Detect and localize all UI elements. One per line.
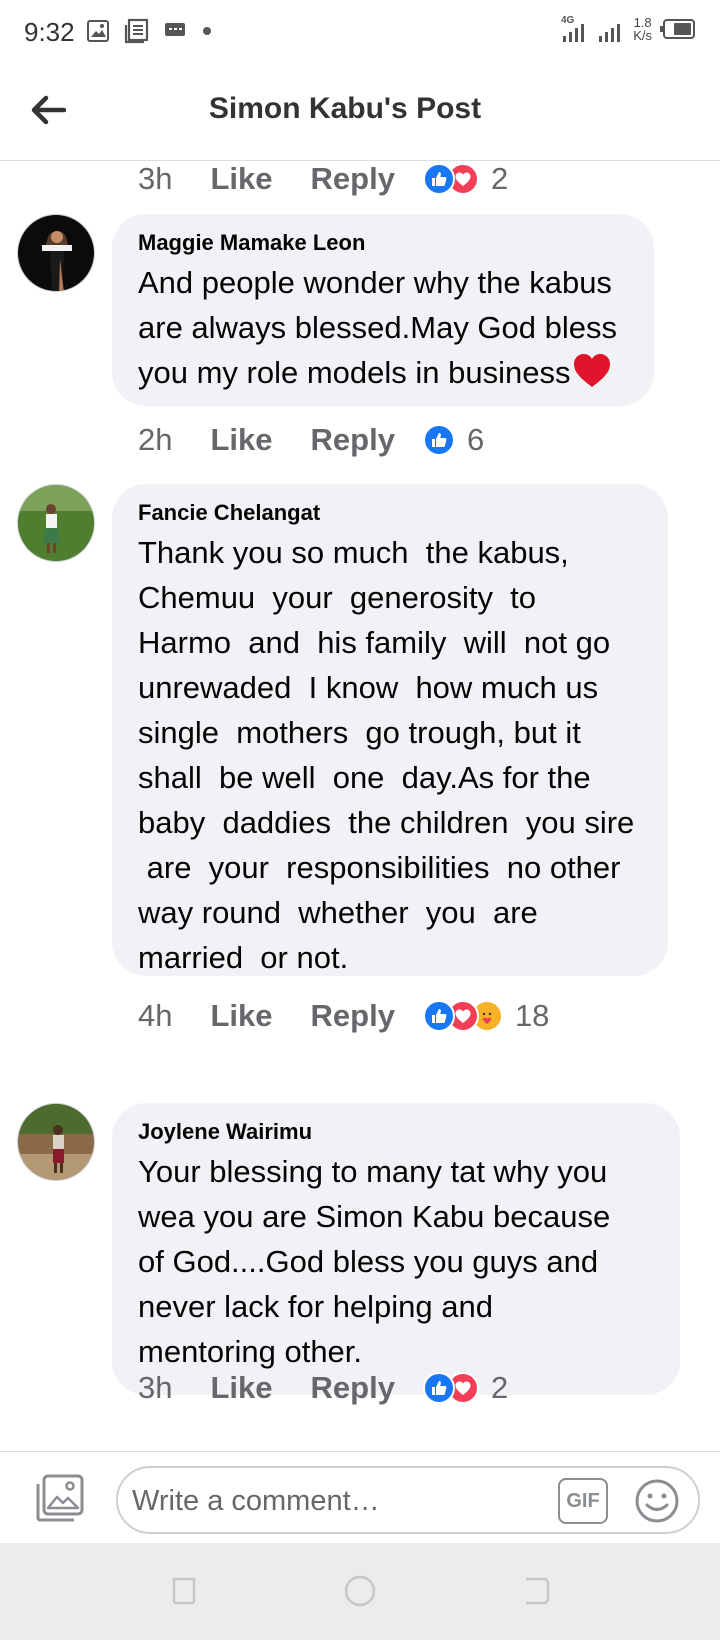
signal-strength-icon xyxy=(599,24,621,42)
commenter-name[interactable]: Maggie Mamake Leon xyxy=(138,230,628,256)
home-button[interactable] xyxy=(342,1573,378,1609)
reaction-summary[interactable] xyxy=(422,424,455,456)
comment-composer: GIF xyxy=(0,1451,720,1543)
comment-text: And people wonder why the kabus are alwa… xyxy=(138,260,628,395)
avatar[interactable] xyxy=(17,484,95,562)
avatar[interactable] xyxy=(17,1103,95,1181)
like-button[interactable]: Like xyxy=(210,1370,272,1406)
like-reaction-icon xyxy=(422,1372,455,1404)
back-nav-button[interactable] xyxy=(518,1573,554,1609)
reaction-summary[interactable] xyxy=(422,1000,503,1032)
comment-input-box[interactable]: GIF xyxy=(116,1466,700,1534)
comment-actions: 2h Like Reply 6 xyxy=(138,420,484,460)
add-photo-button[interactable] xyxy=(34,1472,86,1524)
more-notifications-dot-icon xyxy=(203,27,211,35)
reaction-count[interactable]: 6 xyxy=(467,422,484,458)
gallery-notification-icon xyxy=(87,20,109,42)
gif-button[interactable]: GIF xyxy=(558,1478,608,1524)
reply-button[interactable]: Reply xyxy=(311,422,395,458)
comment-bubble[interactable]: Maggie Mamake Leon And people wonder why… xyxy=(112,214,654,406)
home-circle-icon xyxy=(344,1575,376,1607)
signal-4g-icon: 4G xyxy=(561,15,585,42)
reaction-count[interactable]: 18 xyxy=(515,998,549,1034)
comments-list[interactable]: 3h Like Reply 2 Maggie Mamake Leon And p… xyxy=(0,161,720,1451)
avatar[interactable] xyxy=(17,214,95,292)
emoji-button[interactable] xyxy=(634,1478,680,1524)
reply-button[interactable]: Reply xyxy=(311,998,395,1034)
system-navigation-bar xyxy=(0,1543,720,1640)
red-heart-emoji-icon xyxy=(574,354,611,387)
page-title: Simon Kabu's Post xyxy=(208,92,482,125)
like-reaction-icon xyxy=(422,163,455,195)
network-speed-unit: K/s xyxy=(633,28,652,43)
photo-gallery-icon xyxy=(36,1474,84,1522)
comment-bubble[interactable]: Fancie Chelangat Thank you so much the k… xyxy=(112,484,668,976)
post-header: Simon Kabu's Post xyxy=(0,62,720,161)
comment-time: 2h xyxy=(138,422,173,457)
comment-actions: 4h Like Reply 18 xyxy=(138,996,549,1036)
commenter-name[interactable]: Fancie Chelangat xyxy=(138,500,642,526)
commenter-name[interactable]: Joylene Wairimu xyxy=(138,1119,654,1145)
like-button[interactable]: Like xyxy=(210,998,272,1034)
smiley-icon xyxy=(635,1479,679,1523)
back-nav-icon xyxy=(526,1577,550,1605)
like-reaction-icon xyxy=(422,424,455,456)
svg-text:4G: 4G xyxy=(561,15,575,26)
recent-apps-icon xyxy=(172,1577,196,1605)
comment-input[interactable] xyxy=(132,1478,532,1524)
like-button[interactable]: Like xyxy=(210,422,272,458)
battery-icon xyxy=(660,19,695,39)
status-notification-icons xyxy=(86,18,214,44)
comment-time: 3h xyxy=(138,161,173,196)
network-speed: 1.8 K/s xyxy=(633,16,652,42)
reaction-count[interactable]: 2 xyxy=(491,161,508,197)
like-reaction-icon xyxy=(422,1000,455,1032)
comment-time: 4h xyxy=(138,998,173,1033)
status-bar: 9:32 4G 1.8 K/s xyxy=(0,0,720,62)
like-button[interactable]: Like xyxy=(210,161,272,197)
comment-actions: 3h Like Reply 2 xyxy=(138,161,508,199)
reaction-summary[interactable] xyxy=(422,1372,479,1404)
reply-button[interactable]: Reply xyxy=(311,161,395,197)
comment-actions: 3h Like Reply 2 xyxy=(138,1368,508,1408)
recent-apps-button[interactable] xyxy=(166,1573,202,1609)
reply-button[interactable]: Reply xyxy=(311,1370,395,1406)
reaction-summary[interactable] xyxy=(422,163,479,195)
reaction-count[interactable]: 2 xyxy=(491,1370,508,1406)
news-notification-icon xyxy=(124,18,149,44)
status-time: 9:32 xyxy=(24,17,75,47)
comment-text: Thank you so much the kabus, Chemuu your… xyxy=(138,535,635,975)
comment-text-body: And people wonder why the kabus are alwa… xyxy=(138,265,618,390)
status-system-icons: 4G 1.8 K/s xyxy=(559,14,696,44)
comment-text: Your blessing to many tat why you wea yo… xyxy=(138,1154,611,1369)
comment-bubble[interactable]: Joylene Wairimu Your blessing to many ta… xyxy=(112,1103,680,1395)
message-notification-icon xyxy=(165,23,185,36)
comment-time: 3h xyxy=(138,1370,173,1405)
